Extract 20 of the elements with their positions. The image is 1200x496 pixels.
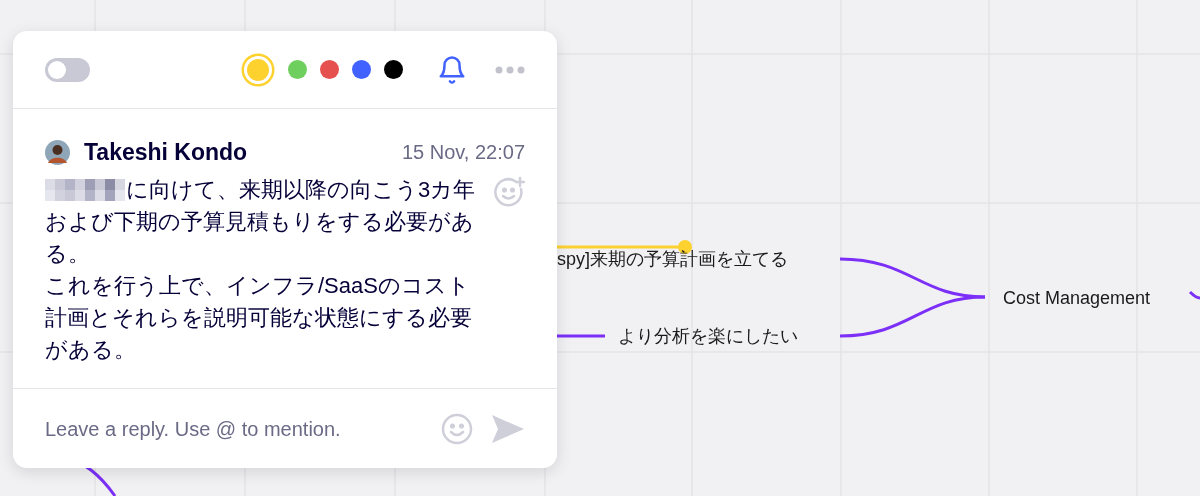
color-swatch[interactable] (244, 55, 272, 84)
mind-map-node[interactable]: spy]来期の予算計画を立てる (557, 246, 788, 272)
connector-line (1188, 290, 1200, 300)
comment-text: に向けて、来期以降の向こう3カ年および下期の予算見積もりをする必要がある。 これを行う上で、インフラ/SaaSのコスト計画とそれらを説明可能な状態にする必要がある。 (45, 175, 477, 364)
color-swatch[interactable] (384, 60, 403, 79)
add-reaction-icon[interactable] (493, 175, 525, 208)
mind-map-node[interactable]: Cost Management (1003, 285, 1151, 311)
mind-map-node[interactable]: より分析を楽にしたい (618, 323, 798, 349)
emoji-icon[interactable] (441, 412, 473, 445)
send-icon[interactable] (491, 413, 525, 444)
toggle-switch[interactable] (45, 57, 90, 82)
avatar (45, 139, 70, 165)
color-swatch[interactable] (352, 60, 371, 79)
reply-field[interactable]: Leave a reply. Use @ to mention. (45, 413, 441, 444)
more-icon[interactable] (495, 65, 525, 74)
color-swatch[interactable] (320, 60, 339, 79)
author-name: Takeshi Kondo (84, 138, 248, 167)
bell-icon[interactable] (437, 54, 467, 85)
comment-time: 15 Nov, 22:07 (401, 140, 525, 166)
color-swatch[interactable] (288, 60, 307, 79)
